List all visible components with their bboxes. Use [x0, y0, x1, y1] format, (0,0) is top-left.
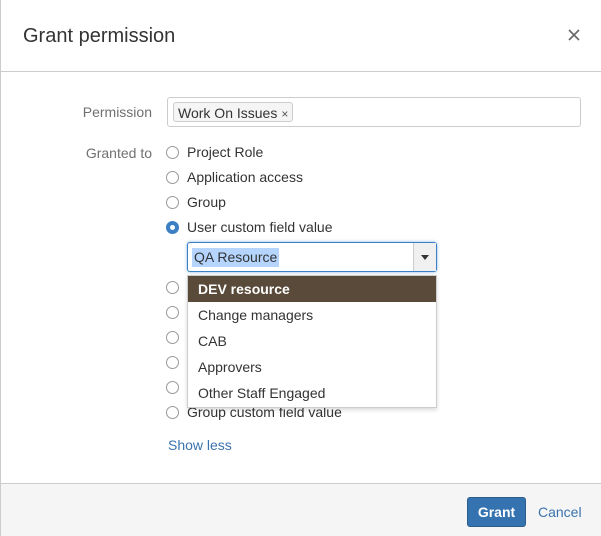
permission-tag-label: Work On Issues	[178, 105, 278, 121]
radio-option[interactable]	[166, 355, 179, 369]
chevron-down-icon[interactable]	[413, 243, 436, 271]
grant-permission-dialog: Grant permission Permission Work On Issu…	[0, 0, 601, 536]
radio-group-custom-field[interactable]	[166, 405, 179, 419]
cancel-button[interactable]: Cancel	[538, 504, 582, 520]
select-value: QA Resource	[192, 248, 280, 267]
radio-option[interactable]	[166, 380, 179, 394]
radio-application-access[interactable]	[166, 170, 179, 184]
option-hidden-2[interactable]	[166, 302, 179, 322]
custom-field-dropdown: DEV resource Change managers CAB Approve…	[187, 275, 437, 408]
remove-tag-icon[interactable]: ×	[281, 107, 288, 121]
option-user-custom-field[interactable]: User custom field value	[166, 217, 333, 237]
radio-option[interactable]	[166, 280, 179, 294]
option-hidden-4[interactable]	[166, 352, 179, 372]
dropdown-item[interactable]: Change managers	[188, 302, 436, 328]
custom-field-select[interactable]: QA Resource	[187, 242, 437, 272]
option-label: User custom field value	[187, 219, 333, 235]
option-label: Project Role	[187, 144, 264, 160]
dialog-title: Grant permission	[23, 25, 176, 47]
dialog-footer: Grant Cancel	[1, 483, 601, 536]
permission-tag: Work On Issues ×	[173, 102, 294, 122]
option-label: Group	[187, 194, 226, 210]
dropdown-item[interactable]: Other Staff Engaged	[188, 380, 436, 406]
show-less-link[interactable]: Show less	[168, 437, 232, 453]
dropdown-item[interactable]: Approvers	[188, 354, 436, 380]
option-hidden-3[interactable]	[166, 327, 179, 347]
option-label: Application access	[187, 169, 303, 185]
dialog-header: Grant permission	[1, 0, 601, 72]
option-application-access[interactable]: Application access	[166, 167, 303, 187]
option-project-role[interactable]: Project Role	[166, 142, 263, 162]
radio-project-role[interactable]	[166, 145, 179, 159]
granted-to-label: Granted to	[85, 145, 152, 161]
dropdown-item[interactable]: CAB	[188, 328, 436, 354]
option-hidden-1[interactable]	[166, 277, 179, 297]
close-icon[interactable]	[566, 27, 582, 43]
option-hidden-5[interactable]	[166, 377, 179, 397]
radio-group[interactable]	[166, 195, 179, 209]
option-group[interactable]: Group	[166, 192, 226, 212]
permission-label: Permission	[82, 104, 152, 120]
permission-input[interactable]: Work On Issues ×	[167, 97, 581, 127]
dropdown-item[interactable]: DEV resource	[188, 276, 436, 302]
radio-user-custom-field[interactable]	[166, 220, 179, 234]
radio-option[interactable]	[166, 305, 179, 319]
radio-option[interactable]	[166, 330, 179, 344]
grant-button[interactable]: Grant	[467, 497, 526, 527]
